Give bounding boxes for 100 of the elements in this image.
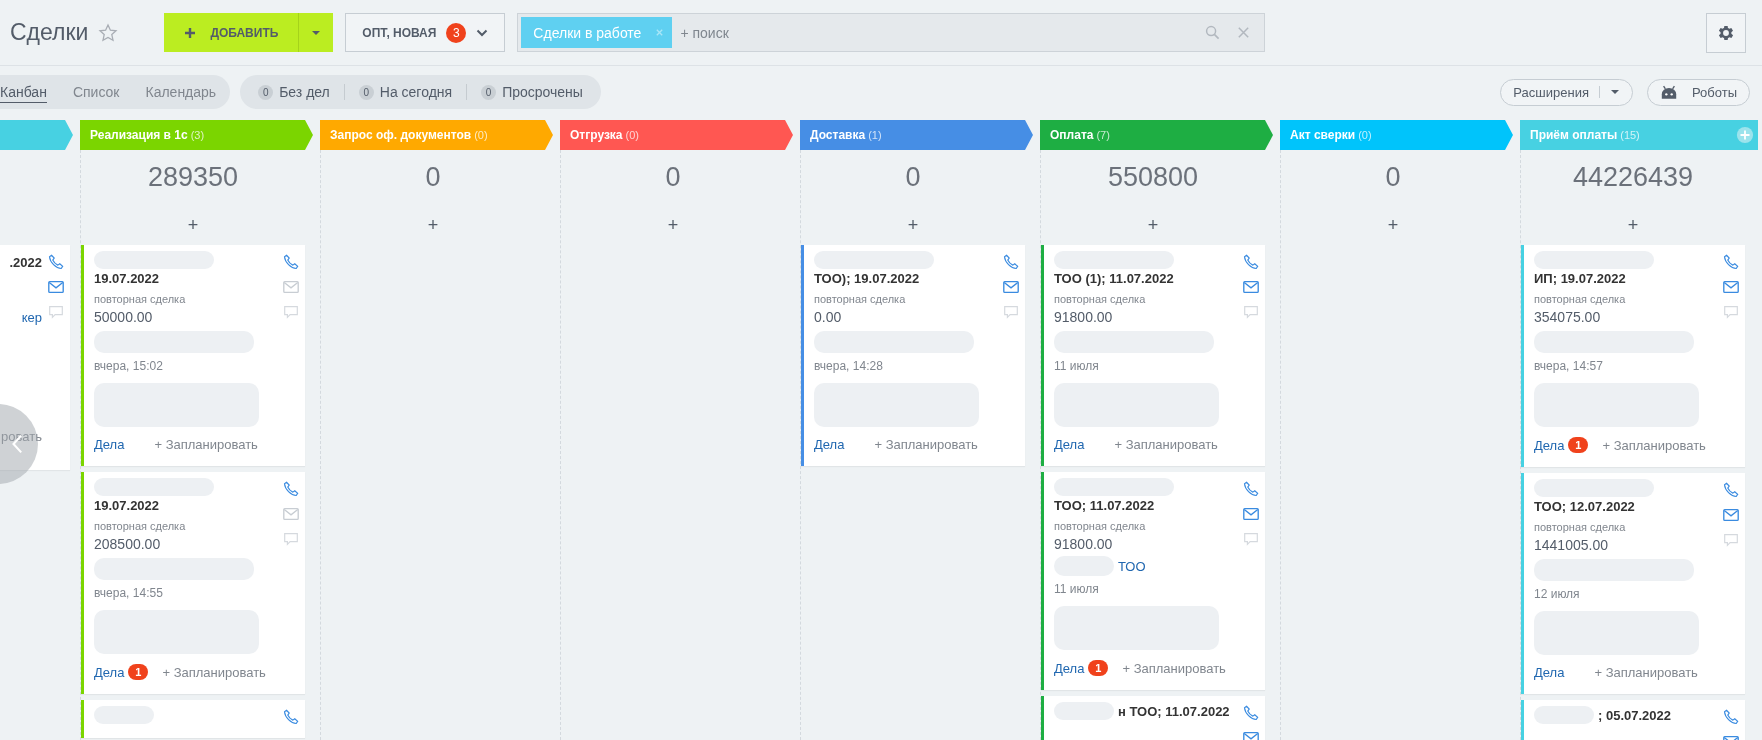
deal-title[interactable]: 19.07.2022 [94, 271, 277, 286]
stage-count: (1) [868, 129, 882, 141]
phone-icon[interactable] [1722, 708, 1740, 726]
stage-total: 44226439 [1572, 162, 1694, 193]
deal-title[interactable]: 19.07.2022 [94, 498, 277, 513]
mail-icon[interactable] [47, 278, 65, 296]
stage-total: 550800 [1107, 162, 1199, 193]
deal-card[interactable]: ; 05.07.2022 [1521, 700, 1745, 740]
deal-date: вчера, 14:55 [94, 586, 163, 600]
deal-amount: 91800.00 [1054, 309, 1113, 325]
mail-icon[interactable] [1242, 278, 1260, 296]
deal-card[interactable]: н ТОО; 11.07.2022 [1041, 696, 1265, 740]
tasks-link[interactable]: Дела [94, 437, 125, 452]
deal-card[interactable]: ТОО (1); 11.07.2022 повторная сделка 91800.00 11 июля Дела + Запланировать [1041, 245, 1265, 466]
deal-card[interactable]: .2022 кер ровать [0, 245, 70, 470]
deal-title[interactable]: ТОО (1); 11.07.2022 [1054, 271, 1237, 286]
contact-link[interactable]: ТОО [1118, 558, 1146, 574]
filter-preset-button[interactable]: ОПТ, НОВАЯ 3 [345, 13, 506, 52]
quick-add-button[interactable]: + [187, 214, 199, 236]
stage-title: Отгрузка [570, 128, 623, 142]
stage-total: 0 [1385, 162, 1401, 193]
tasks-link[interactable]: Дела [94, 664, 125, 680]
stage-total: 0 [425, 162, 441, 193]
phone-icon[interactable] [1242, 480, 1260, 498]
view-tab[interactable]: Канбан [0, 81, 47, 103]
deal-card[interactable]: ТОО; 11.07.2022 повторная сделка 91800.00 ТОО 11 июля Дела 1 + Запланировать [1041, 472, 1265, 690]
add-button[interactable]: ДОБАВИТЬ [164, 13, 299, 52]
stage-total: 0 [905, 162, 921, 193]
deal-title[interactable]: .2022 [9, 255, 42, 270]
add-icon[interactable] [1736, 126, 1754, 144]
plan-link[interactable]: + Запланировать [154, 437, 258, 452]
counter-filter[interactable]: Без дел [279, 84, 330, 100]
phone-icon[interactable] [47, 253, 65, 271]
phone-icon[interactable] [1722, 253, 1740, 271]
deal-card[interactable]: ИП; 19.07.2022 повторная сделка 354075.00 вчера, 14:57 Дела 1 + Запланировать [1521, 245, 1745, 467]
deal-amount: 91800.00 [1054, 536, 1113, 552]
deal-card[interactable]: ТОО; 12.07.2022 повторная сделка 1441005.00 12 июля Дела + Запланировать [1521, 473, 1745, 694]
plus-icon [184, 26, 197, 39]
search-field[interactable]: + поиск [678, 23, 1200, 42]
mail-icon[interactable] [1722, 506, 1740, 524]
phone-icon[interactable] [1002, 253, 1020, 271]
caret-icon [311, 29, 322, 36]
deal-card[interactable]: ТОО); 19.07.2022 повторная сделка 0.00 вчера, 14:28 Дела + Запланировать [801, 245, 1025, 466]
mail-icon[interactable] [1242, 505, 1260, 523]
tasks-link[interactable]: Дела [1054, 660, 1085, 676]
stage-header[interactable]: Отгрузка (0) [560, 120, 793, 150]
contact-link[interactable]: кер [21, 310, 42, 325]
plan-link[interactable]: + Запланировать [1122, 660, 1226, 676]
phone-icon[interactable] [282, 253, 300, 271]
plan-link[interactable]: + Запланировать [162, 664, 266, 680]
plan-link[interactable]: + Запланировать [1602, 437, 1706, 453]
deal-title[interactable]: ИП; 19.07.2022 [1534, 271, 1717, 286]
robots-button[interactable]: Роботы [1646, 78, 1750, 106]
deal-card[interactable]: 19.07.2022 повторная сделка 50000.00 вчера, 15:02 Дела + Запланировать [81, 245, 305, 466]
quick-add-button[interactable]: + [667, 214, 679, 236]
stage-title: Доставка [810, 128, 866, 142]
settings-button[interactable] [1706, 12, 1746, 53]
stage-total: 0 [665, 162, 681, 193]
extensions-button[interactable]: Расширения [1500, 78, 1633, 106]
deal-amount: 1441005.00 [1534, 537, 1608, 553]
deal-type: повторная сделка [1534, 521, 1626, 533]
deal-date: вчера, 14:28 [814, 359, 883, 373]
phone-icon[interactable] [282, 708, 300, 726]
phone-icon[interactable] [1242, 704, 1260, 722]
stage-title: Акт сверки [1290, 128, 1356, 142]
plan-link[interactable]: + Запланировать [1114, 437, 1218, 452]
deal-card[interactable]: 19.07.2022 повторная сделка 208500.00 вчера, 14:55 Дела 1 + Запланировать [81, 472, 305, 694]
phone-icon[interactable] [1722, 481, 1740, 499]
deal-title[interactable]: ; 05.07.2022 [1598, 707, 1671, 723]
phone-icon[interactable] [282, 480, 300, 498]
quick-add-button[interactable]: + [1627, 214, 1639, 236]
star-icon[interactable] [98, 22, 119, 43]
deal-title[interactable]: ТОО; 12.07.2022 [1534, 499, 1717, 514]
phone-icon[interactable] [1242, 253, 1260, 271]
plan-link[interactable]: + Запланировать [1594, 665, 1698, 680]
counter-filter[interactable]: Просрочены [502, 84, 583, 100]
deal-card[interactable] [81, 700, 305, 738]
quick-add-button[interactable]: + [427, 214, 439, 236]
quick-add-button[interactable]: + [1387, 214, 1399, 236]
stage-title: Запрос оф. документов [330, 128, 472, 142]
mail-icon[interactable] [1722, 278, 1740, 296]
tasks-link[interactable]: Дела [1534, 437, 1565, 453]
page-title: Сделки [10, 19, 89, 46]
deal-amount: 0.00 [814, 309, 842, 325]
counter-badge: 0 [358, 84, 374, 100]
counter-filter[interactable]: На сегодня [379, 84, 453, 100]
deal-type: повторная сделка [1534, 293, 1626, 305]
deal-title[interactable]: ТОО); 19.07.2022 [814, 271, 997, 286]
deal-title[interactable]: н ТОО; 11.07.2022 [1118, 703, 1230, 719]
tasks-link[interactable]: Дела [1534, 665, 1565, 680]
tasks-link[interactable]: Дела [1054, 437, 1085, 452]
quick-add-button[interactable]: + [1147, 214, 1159, 236]
counter-badge: 0 [481, 84, 497, 100]
quick-add-button[interactable]: + [907, 214, 919, 236]
tasks-link[interactable]: Дела [814, 437, 845, 452]
mail-icon[interactable] [1002, 278, 1020, 296]
plan-link[interactable]: + Запланировать [874, 437, 978, 452]
stage-title: Реализация в 1с [90, 128, 188, 142]
stage-header[interactable]: Доставка (1) [800, 120, 1033, 150]
deal-title[interactable]: ТОО; 11.07.2022 [1054, 498, 1237, 513]
